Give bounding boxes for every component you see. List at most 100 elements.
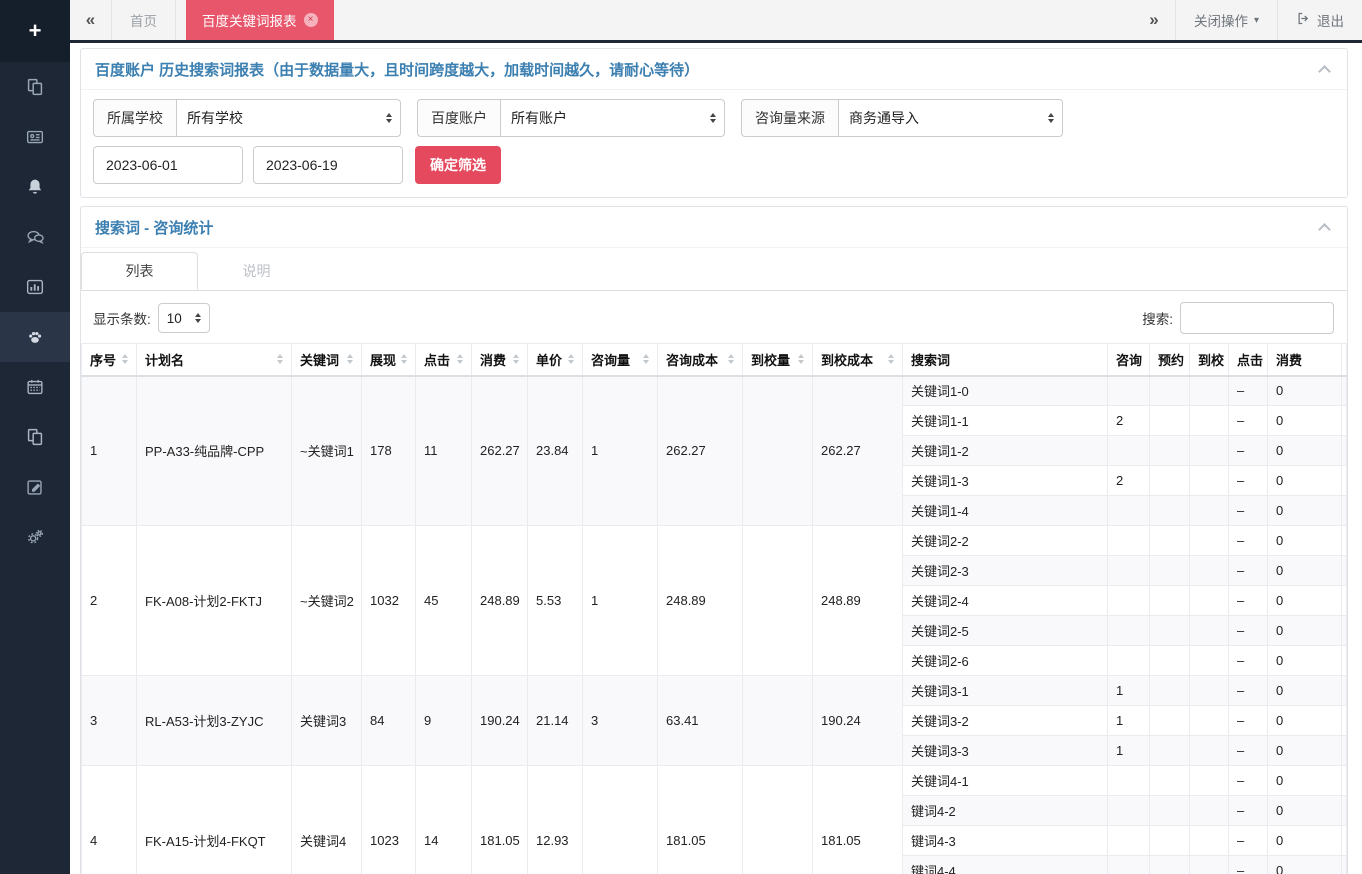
cell-arrival-cost: 262.27 bbox=[813, 376, 903, 526]
cell-term-arrive bbox=[1190, 466, 1229, 496]
cell-term-cost: 0 bbox=[1268, 586, 1342, 616]
sort-icon bbox=[401, 354, 407, 364]
cell-impressions: 178 bbox=[362, 376, 416, 526]
tab-home[interactable]: 首页 bbox=[112, 0, 176, 40]
sidebar-item-cards[interactable] bbox=[0, 112, 70, 162]
cell-spacer bbox=[1342, 676, 1347, 706]
column-header[interactable]: 计划名 bbox=[137, 344, 292, 376]
column-header[interactable]: 关键词 bbox=[292, 344, 362, 376]
page-size-select[interactable]: 10 bbox=[158, 303, 210, 333]
cell-term-reserve bbox=[1150, 616, 1190, 646]
cell-term-arrive bbox=[1190, 616, 1229, 646]
column-header[interactable]: 咨询成本 bbox=[658, 344, 743, 376]
copy-documents-icon bbox=[24, 426, 46, 448]
cell-term-inquiry bbox=[1108, 376, 1150, 406]
cell-impressions: 84 bbox=[362, 676, 416, 766]
logout-button[interactable]: 退出 bbox=[1277, 0, 1362, 40]
close-operations-dropdown[interactable]: 关闭操作 ▾ bbox=[1175, 0, 1277, 40]
collapse-chevron-icon[interactable] bbox=[1318, 65, 1331, 78]
sort-icon bbox=[513, 354, 519, 364]
column-header[interactable]: 咨询量 bbox=[583, 344, 658, 376]
sidebar-item-baidu-keywords[interactable] bbox=[0, 312, 70, 362]
tab-baidu-keyword-report[interactable]: 百度关键词报表 × bbox=[186, 0, 334, 40]
cell-arrivals bbox=[743, 676, 813, 766]
sidebar-item-reports[interactable] bbox=[0, 262, 70, 312]
tab-bar: « 首页 百度关键词报表 × » 关闭操作 ▾ 退出 bbox=[70, 0, 1362, 43]
date-to-input[interactable] bbox=[253, 146, 403, 184]
column-header[interactable]: 展现 bbox=[362, 344, 416, 376]
date-from-input[interactable] bbox=[93, 146, 243, 184]
cell-term-cost: 0 bbox=[1268, 796, 1342, 826]
main-content: 百度账户 历史搜索词报表（由于数据量大，且时间跨度越大，加载时间越久，请耐心等待… bbox=[70, 43, 1362, 874]
sidebar-item-edit[interactable] bbox=[0, 462, 70, 512]
cell-term-cost: 0 bbox=[1268, 736, 1342, 766]
column-header: 咨询 bbox=[1108, 344, 1150, 376]
cell-term-click: – bbox=[1229, 436, 1268, 466]
cell-term-cost: 0 bbox=[1268, 766, 1342, 796]
cell-term-inquiry bbox=[1108, 766, 1150, 796]
sidebar-logo[interactable]: + bbox=[0, 0, 70, 62]
tab-home-label: 首页 bbox=[130, 10, 157, 30]
cell-spacer bbox=[1342, 766, 1347, 796]
column-header[interactable]: 消费 bbox=[472, 344, 528, 376]
cell-term-reserve bbox=[1150, 826, 1190, 856]
close-tab-icon[interactable]: × bbox=[304, 13, 318, 27]
cell-term-reserve bbox=[1150, 526, 1190, 556]
cell-arrival-cost: 248.89 bbox=[813, 526, 903, 676]
account-select[interactable]: 所有账户 bbox=[500, 99, 725, 137]
cell-term-inquiry bbox=[1108, 856, 1150, 874]
column-header: 搜索词 bbox=[903, 344, 1108, 376]
cell-term-inquiry bbox=[1108, 436, 1150, 466]
school-select[interactable]: 所有学校 bbox=[176, 99, 401, 137]
cell-arrivals bbox=[743, 766, 813, 874]
column-header[interactable]: 单价 bbox=[528, 344, 583, 376]
cell-search-term: 关键词1-2 bbox=[903, 436, 1108, 466]
cell-term-arrive bbox=[1190, 736, 1229, 766]
sidebar-item-messages[interactable] bbox=[0, 212, 70, 262]
cell-arrival-cost: 190.24 bbox=[813, 676, 903, 766]
column-header[interactable]: 到校成本 bbox=[813, 344, 903, 376]
school-filter-label: 所属学校 bbox=[93, 99, 177, 137]
tabs-scroll-left-button[interactable]: « bbox=[70, 0, 112, 40]
sort-icon bbox=[798, 354, 804, 364]
cell-term-reserve bbox=[1150, 436, 1190, 466]
source-select[interactable]: 商务通导入 bbox=[838, 99, 1063, 137]
column-header[interactable]: 序号 bbox=[82, 344, 137, 376]
cell-unit-price: 23.84 bbox=[528, 376, 583, 526]
cell-spacer bbox=[1342, 406, 1347, 436]
column-header[interactable]: 点击 bbox=[416, 344, 472, 376]
sidebar-item-settings[interactable] bbox=[0, 512, 70, 562]
cell-cost: 190.24 bbox=[472, 676, 528, 766]
sidebar-item-documents[interactable] bbox=[0, 62, 70, 112]
column-header[interactable]: 到校量 bbox=[743, 344, 813, 376]
cell-inquiry-cost: 181.05 bbox=[658, 766, 743, 874]
cell-keyword: ~关键词2 bbox=[292, 526, 362, 676]
tab-list[interactable]: 列表 bbox=[81, 252, 198, 290]
cell-term-arrive bbox=[1190, 796, 1229, 826]
tabs-scroll-right-button[interactable]: » bbox=[1133, 0, 1175, 40]
search-input[interactable] bbox=[1180, 302, 1334, 334]
cell-term-inquiry bbox=[1108, 796, 1150, 826]
sidebar-item-notifications[interactable] bbox=[0, 162, 70, 212]
account-filter-label: 百度账户 bbox=[417, 99, 501, 137]
sidebar-item-calendar[interactable] bbox=[0, 362, 70, 412]
sort-icon bbox=[643, 354, 649, 364]
tab-description[interactable]: 说明 bbox=[198, 252, 315, 290]
column-header: 到校 bbox=[1190, 344, 1229, 376]
calendar-icon bbox=[24, 376, 46, 398]
cell-term-reserve bbox=[1150, 856, 1190, 874]
cell-term-inquiry bbox=[1108, 646, 1150, 676]
confirm-filter-button[interactable]: 确定筛选 bbox=[415, 146, 501, 184]
cell-search-term: 键词4-4 bbox=[903, 856, 1108, 874]
cell-spacer bbox=[1342, 856, 1347, 874]
cell-term-reserve bbox=[1150, 406, 1190, 436]
column-header: 预约 bbox=[1150, 344, 1190, 376]
cell-term-cost: 0 bbox=[1268, 646, 1342, 676]
cell-term-click: – bbox=[1229, 466, 1268, 496]
cell-term-inquiry bbox=[1108, 526, 1150, 556]
cell-term-arrive bbox=[1190, 376, 1229, 406]
filter-row-dates: 确定筛选 bbox=[81, 141, 1347, 197]
sidebar-item-files[interactable] bbox=[0, 412, 70, 462]
filter-row-selects: 所属学校 所有学校 百度账户 所有账户 咨询量来源 商务通导入 bbox=[81, 90, 1347, 141]
collapse-chevron-icon[interactable] bbox=[1318, 223, 1331, 236]
